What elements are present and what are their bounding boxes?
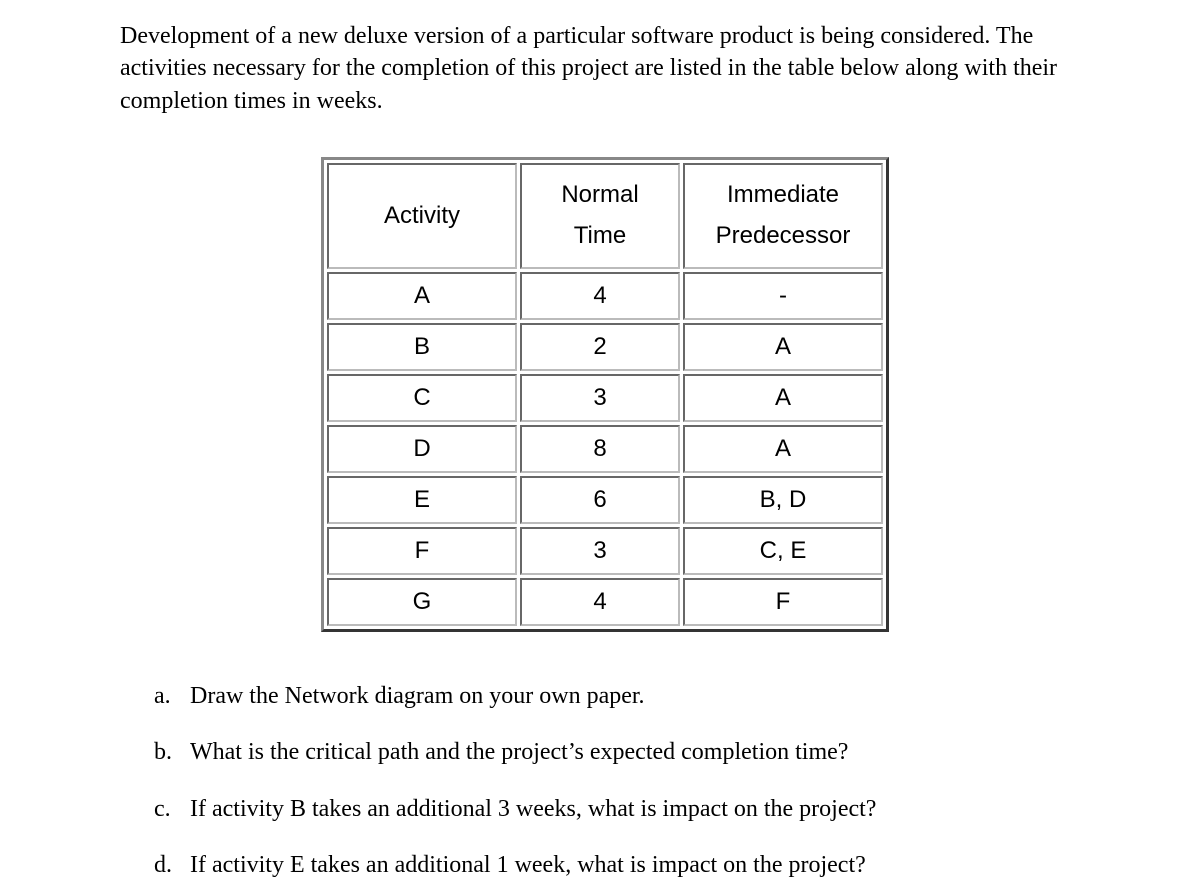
cell-predecessor: A <box>683 425 883 473</box>
question-text: If activity B takes an additional 3 week… <box>190 793 1090 825</box>
cell-time: 6 <box>520 476 680 524</box>
cell-time: 3 <box>520 374 680 422</box>
cell-time: 8 <box>520 425 680 473</box>
cell-activity: D <box>327 425 517 473</box>
cell-predecessor: - <box>683 272 883 320</box>
cell-predecessor: A <box>683 323 883 371</box>
cell-time: 4 <box>520 578 680 626</box>
cell-time: 2 <box>520 323 680 371</box>
question-text: If activity E takes an additional 1 week… <box>190 849 1090 881</box>
cell-predecessor: F <box>683 578 883 626</box>
header-activity: Activity <box>327 163 517 269</box>
question-text: What is the critical path and the projec… <box>190 736 1090 768</box>
header-time: Normal Time <box>520 163 680 269</box>
cell-predecessor: B, D <box>683 476 883 524</box>
table-row: G 4 F <box>327 578 883 626</box>
cell-activity: G <box>327 578 517 626</box>
question-item: a. Draw the Network diagram on your own … <box>154 680 1090 712</box>
cell-activity: F <box>327 527 517 575</box>
table-row: E 6 B, D <box>327 476 883 524</box>
cell-predecessor: A <box>683 374 883 422</box>
cell-activity: A <box>327 272 517 320</box>
question-marker: d. <box>154 849 190 881</box>
cell-activity: C <box>327 374 517 422</box>
table-wrapper: Activity Normal Time Immediate Predecess… <box>120 157 1090 632</box>
header-predecessor: Immediate Predecessor <box>683 163 883 269</box>
question-item: b. What is the critical path and the pro… <box>154 736 1090 768</box>
table-header-row: Activity Normal Time Immediate Predecess… <box>327 163 883 269</box>
cell-time: 4 <box>520 272 680 320</box>
table-row: F 3 C, E <box>327 527 883 575</box>
question-marker: a. <box>154 680 190 712</box>
cell-predecessor: C, E <box>683 527 883 575</box>
cell-time: 3 <box>520 527 680 575</box>
question-marker: c. <box>154 793 190 825</box>
table-row: D 8 A <box>327 425 883 473</box>
table-row: A 4 - <box>327 272 883 320</box>
intro-paragraph: Development of a new deluxe version of a… <box>120 20 1090 117</box>
cell-activity: E <box>327 476 517 524</box>
question-item: d. If activity E takes an additional 1 w… <box>154 849 1090 881</box>
table-row: C 3 A <box>327 374 883 422</box>
cell-activity: B <box>327 323 517 371</box>
table-row: B 2 A <box>327 323 883 371</box>
question-text: Draw the Network diagram on your own pap… <box>190 680 1090 712</box>
question-item: c. If activity B takes an additional 3 w… <box>154 793 1090 825</box>
questions-list: a. Draw the Network diagram on your own … <box>120 680 1090 881</box>
activities-table: Activity Normal Time Immediate Predecess… <box>321 157 889 632</box>
question-marker: b. <box>154 736 190 768</box>
